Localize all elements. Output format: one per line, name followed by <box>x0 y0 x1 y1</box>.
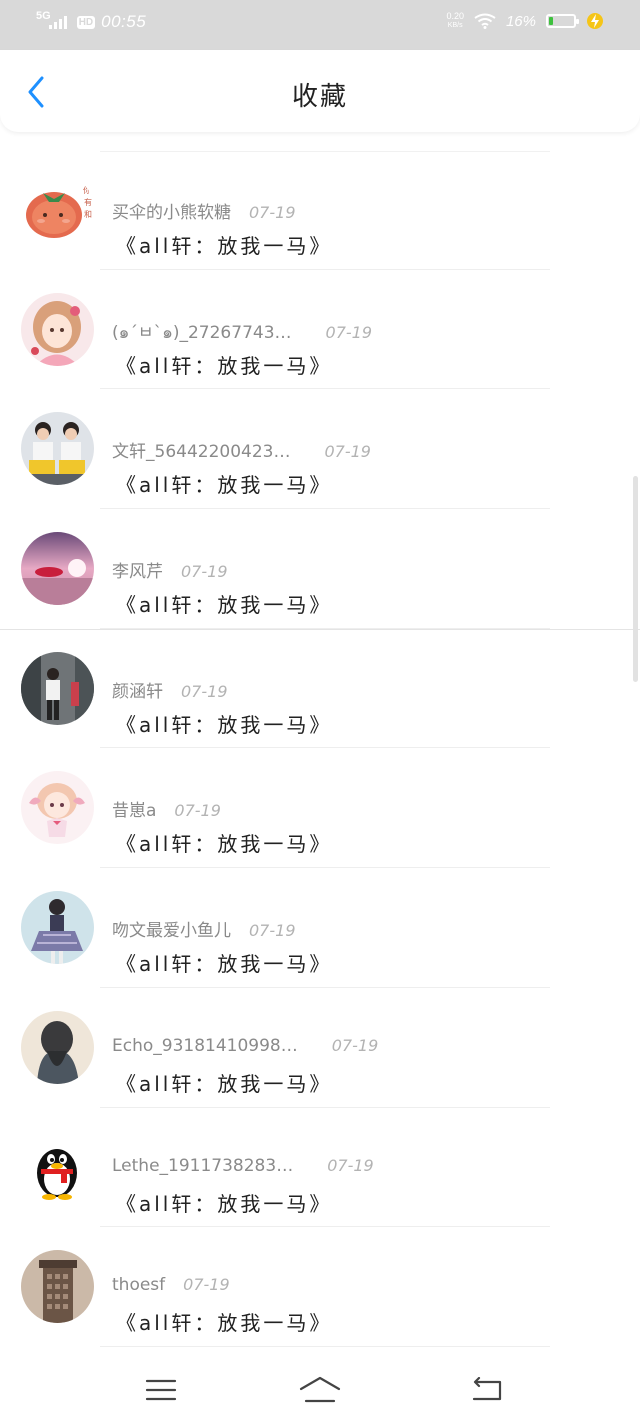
home-icon <box>299 1376 341 1403</box>
meta-row: 昔崽a 07-19 <box>112 796 221 821</box>
pink-sky-avatar[interactable] <box>21 532 94 606</box>
page-title: 收藏 <box>291 82 348 112</box>
status-right: 0.20 KB/s 16% <box>446 12 604 30</box>
list-item[interactable]: 李风芹 07-19 《all轩：放我一马》 <box>0 509 640 629</box>
girl-back-avatar[interactable] <box>21 1010 94 1084</box>
work-title[interactable]: 《all轩：放我一马》 <box>116 828 332 857</box>
username[interactable]: 李风芹 <box>112 557 163 582</box>
work-title[interactable]: 《all轩：放我一马》 <box>116 1068 332 1097</box>
net-speed: 0.20 KB/s <box>446 12 464 30</box>
meta-row: 吻文最爱小鱼儿 07-19 <box>112 916 296 941</box>
girl-skirt-avatar[interactable] <box>21 891 94 965</box>
battery-icon <box>546 14 579 28</box>
svg-text:和: 和 <box>84 210 92 219</box>
charging-icon <box>587 13 603 29</box>
qq-penguin-avatar[interactable] <box>21 1130 94 1204</box>
svg-text:你: 你 <box>83 185 91 195</box>
battery-percent: 16% <box>505 12 536 30</box>
nav-bar <box>0 1352 640 1427</box>
list-item[interactable]: thoesf 07-19 《all轩：放我一马》 <box>0 1227 640 1347</box>
username[interactable]: 文轩_56442200423… <box>112 437 290 462</box>
home-button[interactable] <box>295 1372 345 1408</box>
wifi-icon <box>474 13 496 29</box>
meta-row: 颜涵轩 07-19 <box>112 677 228 702</box>
work-title[interactable]: 《all轩：放我一马》 <box>116 948 332 977</box>
network-type: 5G <box>36 10 51 22</box>
meta-row: thoesf 07-19 <box>112 1275 230 1295</box>
username[interactable]: thoesf <box>112 1275 165 1295</box>
list-item[interactable]: Echo_93181410998… 07-19 《all轩：放我一马》 <box>0 988 640 1108</box>
list-item[interactable]: 你 有 和 买伞的小熊软糖 07-19 《all轩：放我一马》 <box>0 150 640 270</box>
svg-text:有: 有 <box>84 197 92 207</box>
list-item[interactable]: 昔崽a 07-19 《all轩：放我一马》 <box>0 748 640 868</box>
date: 07-19 <box>181 562 228 582</box>
date: 07-19 <box>324 442 371 462</box>
anime-girl-avatar[interactable] <box>21 292 94 366</box>
date: 07-19 <box>181 681 228 701</box>
date: 07-19 <box>325 322 373 342</box>
work-title[interactable]: 《all轩：放我一马》 <box>116 589 332 618</box>
username[interactable]: Lethe_1911738283… <box>112 1156 293 1176</box>
meta-row: (๑´ㅂ`๑)_27267743… 07-19 <box>112 318 372 346</box>
two-boys-avatar[interactable] <box>21 412 94 486</box>
work-title[interactable]: 《all轩：放我一马》 <box>116 350 332 379</box>
work-title[interactable]: 《all轩：放我一马》 <box>116 709 332 738</box>
work-title[interactable]: 《all轩：放我一马》 <box>116 469 332 498</box>
net-speed-unit: KB/s <box>447 22 463 29</box>
chibi-girl-avatar[interactable] <box>21 771 94 845</box>
signal-icon <box>48 15 67 29</box>
username[interactable]: (๑´ㅂ`๑)_27267743… <box>112 318 292 346</box>
username[interactable]: 颜涵轩 <box>112 677 163 702</box>
list-item[interactable]: 文轩_56442200423… 07-19 《all轩：放我一马》 <box>0 389 640 509</box>
back-nav-button[interactable] <box>462 1372 512 1408</box>
date: 07-19 <box>249 203 296 222</box>
meta-row: 文轩_56442200423… 07-19 <box>112 437 371 462</box>
work-title[interactable]: 《all轩：放我一马》 <box>116 1188 332 1217</box>
username[interactable]: Echo_93181410998… <box>112 1036 298 1056</box>
back-icon <box>472 1377 502 1401</box>
username[interactable]: 买伞的小熊软糖 <box>112 198 231 223</box>
status-bar: 5G HD 00:55 0.20 KB/s 16% <box>0 0 640 50</box>
date: 07-19 <box>174 801 221 821</box>
menu-button[interactable] <box>136 1372 186 1408</box>
header: 收藏 <box>0 50 640 132</box>
building-avatar[interactable] <box>21 1250 94 1324</box>
date: 07-19 <box>183 1275 230 1295</box>
work-title[interactable]: 《all轩：放我一马》 <box>116 1307 332 1336</box>
list-item[interactable]: (๑´ㅂ`๑)_27267743… 07-19 《all轩：放我一马》 <box>0 270 640 390</box>
date: 07-19 <box>331 1035 379 1055</box>
status-left: 5G HD 00:55 <box>36 10 147 32</box>
list-item[interactable]: 吻文最爱小鱼儿 07-19 《all轩：放我一马》 <box>0 868 640 988</box>
hd-badge: HD <box>76 15 96 29</box>
date: 07-19 <box>327 1155 374 1175</box>
boy-street-avatar[interactable] <box>21 651 94 725</box>
username[interactable]: 昔崽a <box>112 796 156 821</box>
scrollbar[interactable] <box>633 476 638 682</box>
meta-row: Lethe_1911738283… 07-19 <box>112 1156 374 1176</box>
favorites-list[interactable]: 你 有 和 买伞的小熊软糖 07-19 《all轩：放我一马》 (๑´ㅂ`๑)_… <box>0 150 640 1347</box>
meta-row: 买伞的小熊软糖 07-19 <box>112 198 296 223</box>
clock: 00:55 <box>101 12 147 31</box>
date: 07-19 <box>249 921 296 941</box>
list-item[interactable]: Lethe_1911738283… 07-19 《all轩：放我一马》 <box>0 1108 640 1228</box>
divider <box>0 629 640 630</box>
username[interactable]: 吻文最爱小鱼儿 <box>112 916 231 941</box>
meta-row: 李风芹 07-19 <box>112 557 228 582</box>
meta-row: Echo_93181410998… 07-19 <box>112 1036 378 1056</box>
tomato-avatar[interactable]: 你 有 和 <box>21 173 94 246</box>
list-item[interactable]: 颜涵轩 07-19 《all轩：放我一马》 <box>0 629 640 749</box>
net-speed-value: 0.20 <box>446 11 464 21</box>
menu-icon <box>145 1379 177 1401</box>
work-title[interactable]: 《all轩：放我一马》 <box>116 230 332 259</box>
